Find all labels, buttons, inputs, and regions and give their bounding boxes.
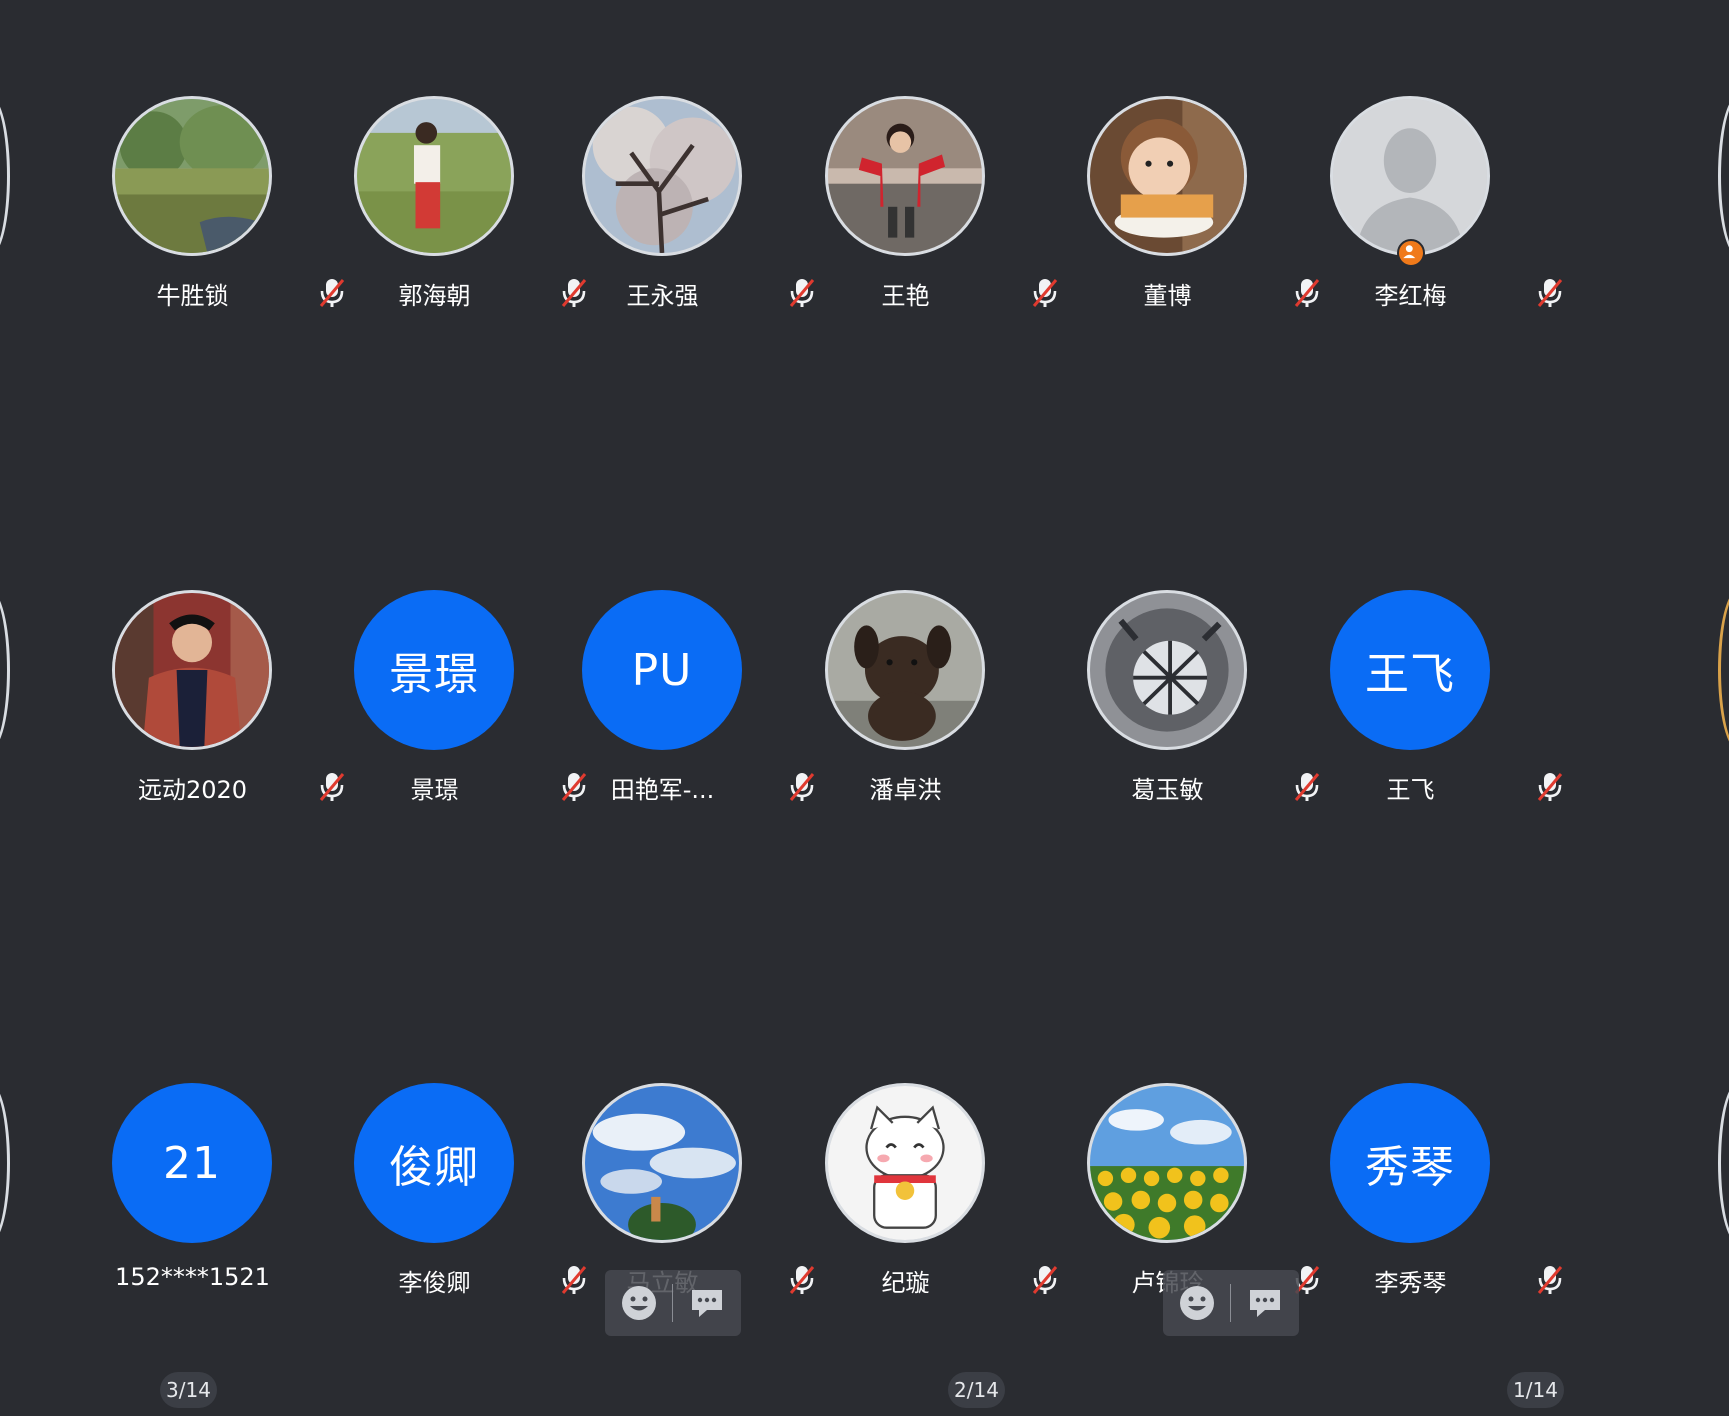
participant-name: 纪璇: [881, 1269, 930, 1297]
participant-name: 郭海朝: [398, 282, 471, 310]
participant-initials-avatar: PU: [582, 590, 742, 750]
participant-name: 景璟: [410, 776, 459, 804]
participant-name: 王永强: [626, 282, 699, 310]
reaction-bar: [605, 1270, 741, 1336]
participant-name: 田艳军-...: [610, 776, 715, 804]
participant-tile[interactable]: PU 田艳军-...: [565, 590, 815, 830]
mic-muted-icon: [1028, 1263, 1062, 1297]
participant-initials-avatar: 景璟: [354, 590, 514, 750]
participant-tile[interactable]: 牛胜锁: [95, 96, 345, 336]
page-indicator-2[interactable]: 2/14: [948, 1372, 1005, 1408]
participant-photo-avatar: [825, 1083, 985, 1243]
participant-initials-avatar: 秀琴: [1330, 1083, 1490, 1243]
participant-photo-avatar: [825, 96, 985, 256]
page-indicator-1[interactable]: 1/14: [1507, 1372, 1564, 1408]
participant-photo-avatar: [582, 96, 742, 256]
mic-muted-icon: [1533, 770, 1567, 804]
participant-tile[interactable]: 秀琴 李秀琴: [1313, 1083, 1563, 1323]
participant-name: 葛玉敏: [1131, 776, 1204, 804]
smiley-icon: [1180, 1286, 1214, 1320]
participant-photo-avatar: [1330, 96, 1490, 256]
participant-name: 李秀琴: [1374, 1269, 1447, 1297]
chat-bubble-icon: [1250, 1290, 1280, 1317]
participant-tile[interactable]: 俊卿 李俊卿: [337, 1083, 587, 1323]
chat-button[interactable]: [1231, 1270, 1299, 1336]
participant-photo-avatar: [825, 590, 985, 750]
mic-muted-icon: [1028, 276, 1062, 310]
emoji-button[interactable]: [1163, 1270, 1231, 1336]
page-indicator-3[interactable]: 3/14: [160, 1372, 217, 1408]
participant-photo-avatar: [112, 96, 272, 256]
participant-tile[interactable]: 纪璇: [808, 1083, 1058, 1323]
mic-muted-icon: [1533, 1263, 1567, 1297]
participant-name: 152****1521: [115, 1263, 270, 1291]
mic-muted-icon: [1533, 276, 1567, 310]
adjacent-avatar-edge: [0, 590, 10, 750]
participant-photo-avatar: [1087, 590, 1247, 750]
participant-tile[interactable]: 郭海朝: [337, 96, 587, 336]
participant-tile[interactable]: 21 152****1521: [95, 1083, 345, 1323]
participant-name: 董博: [1143, 282, 1192, 310]
participant-tile[interactable]: 王飞 王飞: [1313, 590, 1563, 830]
adjacent-avatar-edge: [0, 96, 10, 256]
adjacent-avatar-edge: [1718, 1083, 1729, 1243]
chat-bubble-icon: [692, 1290, 722, 1317]
adjacent-avatar-edge: [1718, 96, 1729, 256]
participant-tile[interactable]: 远动2020: [95, 590, 345, 830]
participant-tile[interactable]: 王艳: [808, 96, 1058, 336]
participant-tile[interactable]: 王永强: [565, 96, 815, 336]
participant-photo-avatar: [354, 96, 514, 256]
participant-gallery: 牛胜锁 郭海朝 王永强 王艳 董博 李红梅 远动2020 景璟 景璟 PU 田艳军-... 潘卓洪 葛玉…: [0, 0, 1729, 1416]
participant-name: 潘卓洪: [869, 776, 942, 804]
participant-photo-avatar: [112, 590, 272, 750]
participant-initials-avatar: 俊卿: [354, 1083, 514, 1243]
participant-photo-avatar: [1087, 1083, 1247, 1243]
adjacent-avatar-edge: [0, 1083, 10, 1243]
participant-tile[interactable]: 景璟 景璟: [337, 590, 587, 830]
participant-name: 王飞: [1386, 776, 1435, 804]
participant-name: 远动2020: [137, 776, 248, 804]
participant-initials-avatar: 21: [112, 1083, 272, 1243]
host-badge-icon: [1397, 239, 1425, 267]
participant-name: 牛胜锁: [156, 282, 229, 310]
reaction-bar: [1163, 1270, 1299, 1336]
chat-button[interactable]: [673, 1270, 741, 1336]
participant-name: 李俊卿: [398, 1269, 471, 1297]
smiley-icon: [622, 1286, 656, 1320]
participant-photo-avatar: [582, 1083, 742, 1243]
participant-tile[interactable]: 潘卓洪: [808, 590, 1058, 830]
participant-tile[interactable]: 葛玉敏: [1070, 590, 1320, 830]
participant-tile[interactable]: 董博: [1070, 96, 1320, 336]
participant-tile[interactable]: 李红梅: [1313, 96, 1563, 336]
participant-photo-avatar: [1087, 96, 1247, 256]
participant-initials-avatar: 王飞: [1330, 590, 1490, 750]
participant-name: 李红梅: [1374, 282, 1447, 310]
emoji-button[interactable]: [605, 1270, 673, 1336]
adjacent-avatar-edge: [1718, 590, 1729, 750]
participant-name: 王艳: [881, 282, 930, 310]
